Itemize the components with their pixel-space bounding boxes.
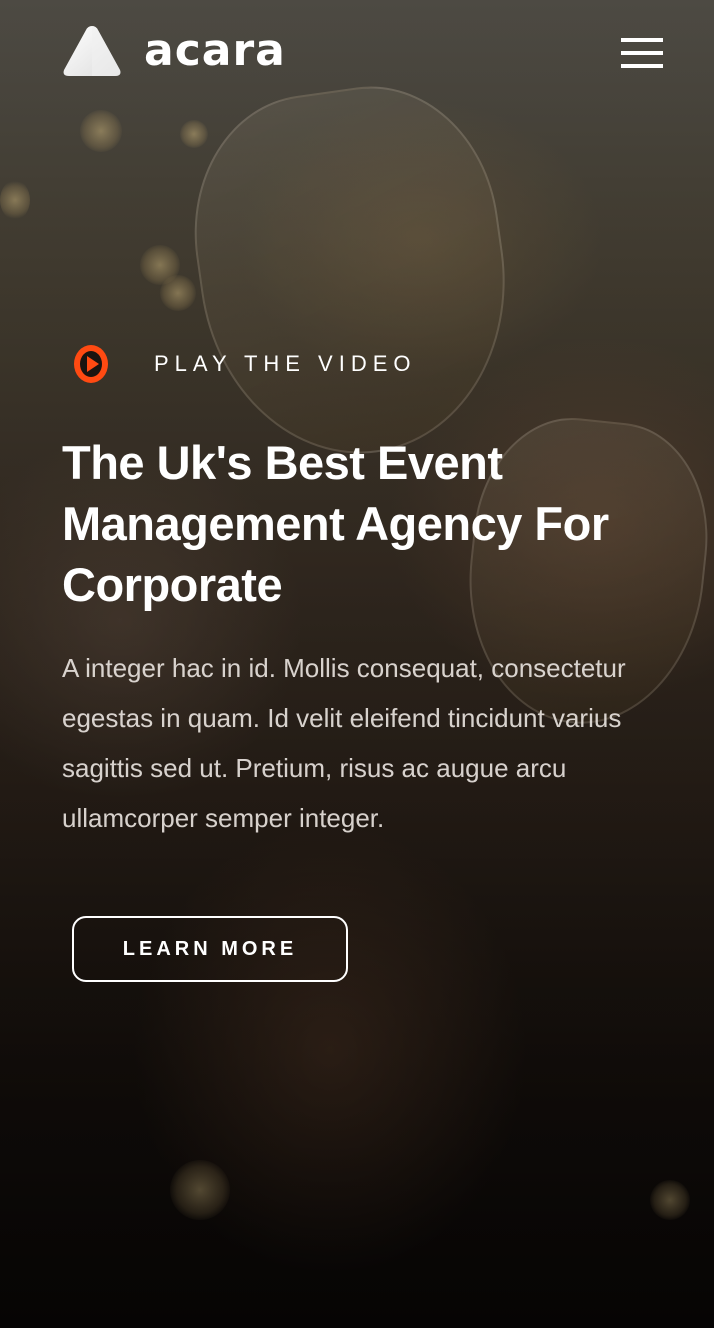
triangle-logo-icon (63, 26, 121, 76)
hero-section: acara PLAY THE VIDEO The Uk's Best Event… (0, 0, 714, 1328)
site-header: acara (0, 0, 714, 104)
hero-title: The Uk's Best Event Management Agency Fo… (62, 436, 609, 611)
play-video-label: PLAY THE VIDEO (154, 351, 417, 376)
menu-button[interactable] (621, 38, 663, 68)
play-video-link[interactable]: PLAY THE VIDEO (72, 343, 417, 385)
hero-description: A integer hac in id. Mollis consequat, c… (62, 653, 626, 833)
brand-logo[interactable]: acara (62, 24, 286, 77)
brand-name: acara (144, 25, 286, 76)
learn-more-button[interactable]: LEARN MORE (72, 916, 348, 982)
play-circle-icon (74, 345, 108, 383)
